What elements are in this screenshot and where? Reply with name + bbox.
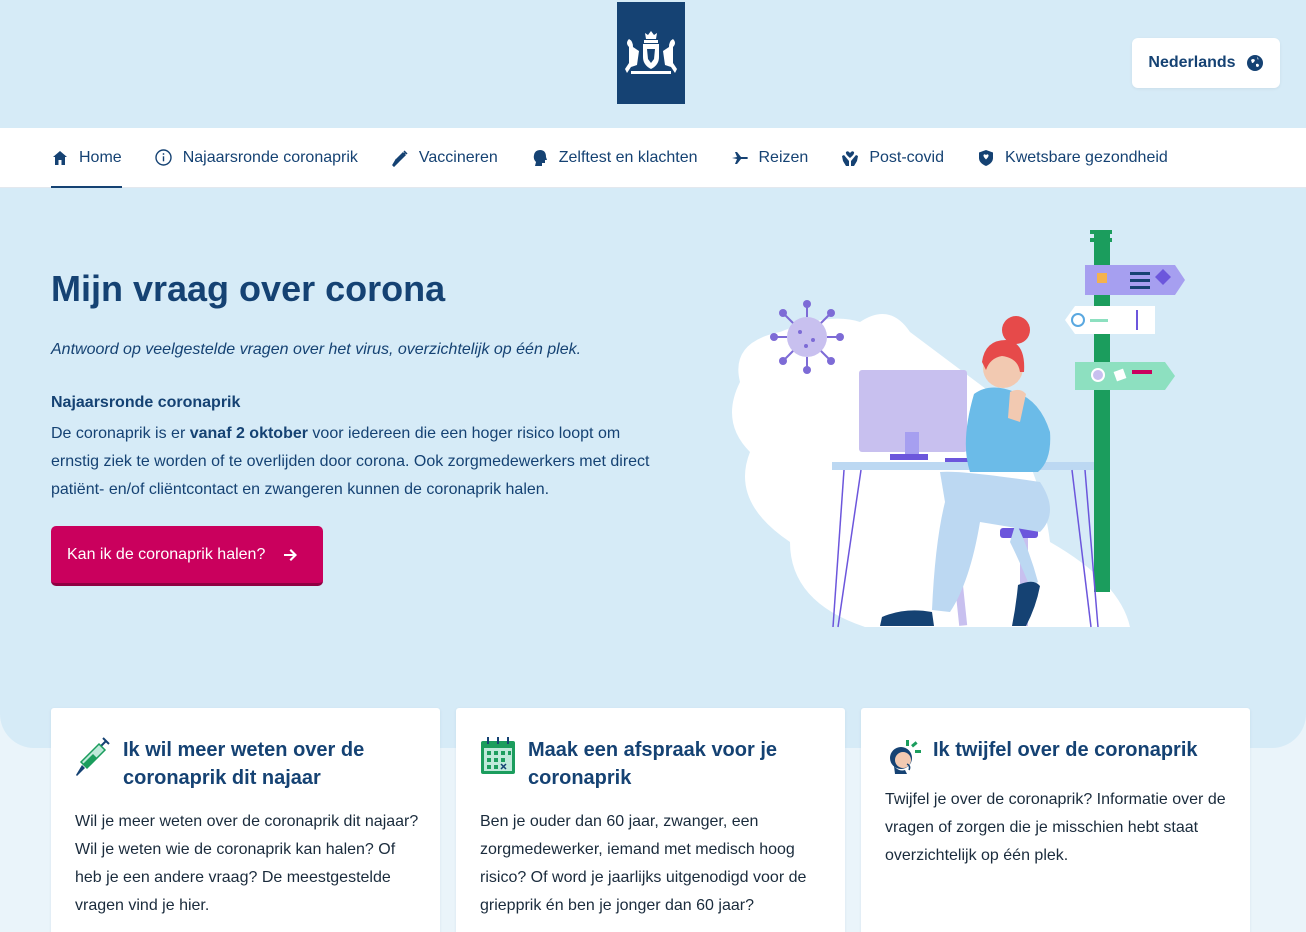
nav-item-post-covid[interactable]: Post-covid <box>841 128 944 188</box>
card-twijfel[interactable]: Ik twijfel over de coronaprik Twijfel je… <box>861 708 1250 932</box>
globe-icon <box>1246 55 1263 71</box>
main-navigation: Home Najaarsronde coronaprik Vaccineren … <box>0 128 1306 188</box>
syringe-icon <box>76 737 110 776</box>
hero-illustration <box>732 230 1185 628</box>
calendar-icon <box>481 737 515 774</box>
arrow-right-icon <box>284 548 298 561</box>
airplane-icon <box>731 149 749 167</box>
card-header: Maak een afspraak voor je coronaprik <box>480 736 828 792</box>
info-icon <box>155 149 173 167</box>
nav-label: Vaccineren <box>418 148 498 166</box>
card-header: Ik twijfel over de coronaprik <box>885 736 1233 776</box>
nav-label: Home <box>79 148 122 166</box>
card-body: Wil je meer weten over de coronaprik dit… <box>75 813 419 914</box>
head-icon <box>531 149 549 167</box>
nav-label: Reizen <box>758 148 809 166</box>
nav-item-najaarsronde[interactable]: Najaarsronde coronaprik <box>155 128 358 188</box>
nav-label: Kwetsbare gezondheid <box>1005 148 1168 166</box>
card-afspraak[interactable]: Maak een afspraak voor je coronaprik Ben… <box>456 708 845 932</box>
page-title: Mijn vraag over corona <box>51 268 446 309</box>
card-title: Ik wil meer weten over de coronaprik dit… <box>123 739 365 789</box>
virus-icon <box>770 300 844 374</box>
nav-item-home[interactable]: Home <box>51 128 122 188</box>
card-title: Maak een afspraak voor je coronaprik <box>528 739 778 789</box>
doubting-person-icon <box>890 740 921 774</box>
language-button[interactable]: Nederlands <box>1132 38 1280 88</box>
home-icon <box>51 149 69 167</box>
rijksoverheid-logo[interactable] <box>617 2 685 104</box>
page-subtitle: Antwoord op veelgestelde vragen over het… <box>51 341 582 358</box>
top-bar: Nederlands <box>0 0 1306 128</box>
coronaprik-check-button[interactable]: Kan ik de coronaprik halen? <box>51 526 323 586</box>
card-meer-weten[interactable]: Ik wil meer weten over de coronaprik dit… <box>51 708 440 932</box>
coat-of-arms-icon <box>625 31 677 74</box>
section-title: Najaarsronde coronaprik <box>51 394 241 411</box>
nav-item-vaccineren[interactable]: Vaccineren <box>391 128 498 188</box>
hero-paragraph: De coronaprik is er vanaf 2 oktober voor… <box>51 420 651 504</box>
nav-item-kwetsbare-gezondheid[interactable]: Kwetsbare gezondheid <box>977 128 1168 188</box>
cta-label: Kan ik de coronaprik halen? <box>67 545 266 563</box>
nav-item-zelftest[interactable]: Zelftest en klachten <box>531 128 698 188</box>
shield-icon <box>977 149 995 167</box>
nav-label: Zelftest en klachten <box>558 148 698 166</box>
syringe-icon <box>391 149 409 167</box>
hero-text-date: vanaf 2 oktober <box>189 425 308 442</box>
card-title: Ik twijfel over de coronaprik <box>933 739 1198 761</box>
nav-label: Post-covid <box>869 148 945 166</box>
nav-label: Najaarsronde coronaprik <box>182 148 358 166</box>
card-body: Twijfel je over de coronaprik? Informati… <box>885 791 1226 864</box>
card-header: Ik wil meer weten over de coronaprik dit… <box>75 736 423 792</box>
card-body: Ben je ouder dan 60 jaar, zwanger, een z… <box>480 813 807 914</box>
hands-heart-icon <box>841 149 859 167</box>
language-label: Nederlands <box>1148 54 1236 71</box>
nav-item-reizen[interactable]: Reizen <box>731 128 809 188</box>
hero-text-start: De coronaprik is er <box>51 425 190 442</box>
